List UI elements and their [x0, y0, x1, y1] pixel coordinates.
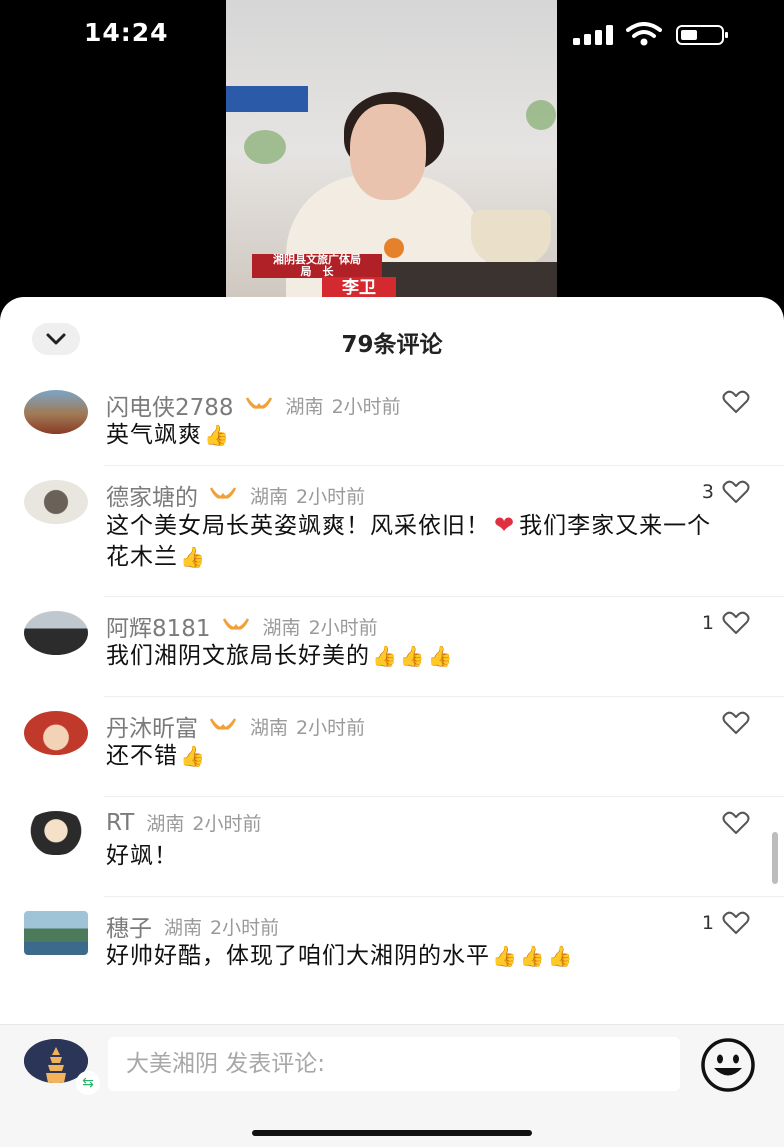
comment-meta: 阿辉8181 湖南 2小时前 — [106, 609, 378, 643]
heart-outline-icon — [722, 711, 750, 734]
comment-text-content: 还不错 — [106, 743, 178, 769]
heart-outline-icon — [722, 811, 750, 834]
comment-text-content: 我们湘阴文旅局长好美的 — [106, 643, 370, 669]
comment-input[interactable] — [108, 1037, 680, 1091]
comment-time: 2小时前 — [210, 916, 280, 939]
comment-item[interactable]: 穗子 湖南 2小时前 好帅好酷，体现了咱们大湘阴的水平 👍 👍 👍 1 — [24, 897, 784, 1027]
comment-location: 湖南 — [146, 813, 185, 835]
comment-username[interactable]: 丹沐昕富 — [106, 709, 198, 743]
heart-outline-icon — [722, 480, 750, 503]
comment-text: 好飒！ — [106, 841, 734, 872]
video-plant-right — [526, 100, 556, 130]
like-button[interactable] — [714, 390, 750, 414]
like-button[interactable] — [714, 811, 750, 835]
comment-meta: 丹沐昕富 湖南 2小时前 — [106, 709, 365, 743]
thumbs-up-emoji: 👍 — [399, 644, 426, 668]
comment-username[interactable]: 闪电侠2788 — [106, 388, 234, 422]
comment-composer: ⇆ — [0, 1024, 784, 1147]
switch-account-icon[interactable]: ⇆ — [76, 1071, 100, 1095]
vip-badge-icon — [222, 618, 249, 630]
like-button[interactable]: 3 — [702, 480, 750, 504]
comment-item[interactable]: RT 湖南 2小时前 好飒！ — [24, 797, 784, 897]
video-plant-left — [244, 130, 286, 164]
vip-badge-icon — [209, 718, 237, 730]
home-indicator — [252, 1130, 532, 1136]
comment-location: 湖南 — [262, 616, 301, 639]
avatar[interactable] — [24, 611, 88, 655]
status-bar: 14:24 — [0, 0, 784, 70]
video-person-face — [350, 104, 426, 200]
avatar[interactable] — [24, 711, 88, 755]
comment-meta: 德家塘的 湖南 2小时前 — [106, 478, 365, 512]
comment-meta: 闪电侠2788 湖南 2小时前 — [106, 388, 401, 422]
comment-location: 湖南 — [164, 916, 203, 939]
comment-text: 还不错 👍 — [106, 741, 734, 772]
comment-username[interactable]: RT — [106, 810, 134, 836]
thumbs-up-emoji: 👍 — [519, 944, 546, 968]
comment-item[interactable]: 丹沐昕富 湖南 2小时前 还不错 👍 — [24, 697, 784, 797]
avatar[interactable] — [24, 811, 88, 855]
comment-time: 2小时前 — [192, 813, 262, 835]
comment-time: 2小时前 — [296, 485, 366, 508]
comment-item[interactable]: 阿辉8181 湖南 2小时前 我们湘阴文旅局长好美的 👍 👍 👍 1 — [24, 597, 784, 697]
vip-badge-icon — [209, 487, 237, 499]
video-caption-org: 湘阴县文旅广体局 局 长 — [252, 254, 382, 278]
comment-text: 我们湘阴文旅局长好美的 👍 👍 👍 — [106, 641, 734, 672]
comment-text: 这个美女局长英姿飒爽！风采依旧！ ❤ 我们李家又来一个花木兰 👍 — [106, 510, 734, 573]
comment-location: 湖南 — [250, 485, 289, 508]
video-teapot — [471, 210, 551, 265]
like-button[interactable]: 1 — [702, 911, 750, 935]
comment-item[interactable]: 闪电侠2788 湖南 2小时前 英气飒爽 👍 — [24, 376, 784, 466]
comment-username[interactable]: 穗子 — [106, 909, 152, 943]
like-button[interactable] — [714, 711, 750, 735]
comment-text: 好帅好酷，体现了咱们大湘阴的水平 👍 👍 👍 — [106, 941, 734, 972]
video-background-sign — [226, 86, 308, 112]
thumbs-up-emoji: 👍 — [492, 944, 518, 968]
status-time: 14:24 — [84, 18, 169, 47]
comments-sheet: 79条评论 闪电侠2788 湖南 2小时前 英气飒爽 👍 德家塘的 湖南 2小时… — [0, 297, 784, 1147]
heart-outline-icon — [722, 611, 750, 634]
video-table — [376, 262, 557, 300]
thumbs-up-emoji: 👍 — [547, 944, 574, 968]
like-count: 1 — [701, 912, 714, 934]
thumbs-up-emoji: 👍 — [372, 644, 398, 668]
comment-location: 湖南 — [285, 395, 324, 418]
comment-text-content: 英气飒爽 — [106, 422, 202, 448]
avatar[interactable] — [24, 480, 88, 524]
like-count: 3 — [701, 481, 714, 503]
comment-time: 2小时前 — [296, 716, 366, 739]
avatar[interactable] — [24, 911, 88, 955]
comments-title: 79条评论 — [341, 332, 443, 358]
comment-item[interactable]: 德家塘的 湖南 2小时前 这个美女局长英姿飒爽！风采依旧！ ❤ 我们李家又来一个花木… — [24, 466, 784, 597]
video-fruit — [384, 238, 404, 258]
scrollbar[interactable] — [772, 832, 778, 884]
comment-text: 英气飒爽 👍 — [106, 420, 734, 451]
red-heart-emoji: ❤ — [494, 511, 516, 539]
thumbs-up-emoji: 👍 — [427, 644, 454, 668]
heart-outline-icon — [722, 911, 750, 934]
comment-text-content: 好飒！ — [106, 843, 178, 869]
comment-time: 2小时前 — [308, 616, 378, 639]
like-button[interactable]: 1 — [702, 611, 750, 635]
vip-badge-icon — [245, 397, 272, 409]
comments-list[interactable]: 闪电侠2788 湖南 2小时前 英气飒爽 👍 德家塘的 湖南 2小时前 这个美女… — [0, 376, 784, 1027]
cellular-signal-icon — [573, 25, 613, 45]
smiley-icon[interactable] — [700, 1037, 756, 1093]
comment-text-content: 好帅好酷，体现了咱们大湘阴的水平 — [106, 943, 490, 969]
wifi-icon — [626, 22, 662, 46]
thumbs-up-emoji: 👍 — [180, 744, 206, 768]
like-count: 1 — [701, 612, 714, 634]
comment-location: 湖南 — [250, 716, 289, 739]
battery-icon — [676, 25, 728, 45]
comment-meta: RT 湖南 2小时前 — [106, 809, 261, 836]
comment-text-content: 这个美女局长英姿飒爽！风采依旧！ — [106, 513, 490, 539]
comment-username[interactable]: 阿辉8181 — [106, 609, 211, 643]
comment-username[interactable]: 德家塘的 — [106, 478, 198, 512]
thumbs-up-emoji: 👍 — [180, 545, 206, 569]
comment-time: 2小时前 — [331, 395, 401, 418]
thumbs-up-emoji: 👍 — [204, 423, 230, 447]
comment-meta: 穗子 湖南 2小时前 — [106, 909, 279, 943]
heart-outline-icon — [722, 390, 750, 413]
avatar[interactable] — [24, 390, 88, 434]
